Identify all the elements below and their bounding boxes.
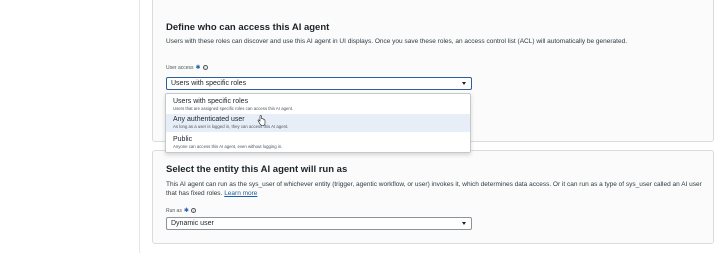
run-as-label-text: Run as [166,207,182,214]
user-access-selected: Users with specific roles [171,80,247,87]
left-panel [0,0,140,253]
info-icon[interactable]: i [202,65,208,70]
option-subtitle: Users that are assigned specific roles c… [173,105,294,111]
user-access-dropdown: Users with specific roles Users that are… [165,93,471,153]
chevron-down-icon [462,222,466,225]
option-subtitle: As long as a user is logged in, they can… [173,123,289,129]
option-authenticated-user[interactable]: Any authenticated user As long as a user… [166,114,470,132]
user-access-label-text: User access [166,64,194,71]
access-description: Users with these roles can discover and … [166,38,628,45]
user-access-label: User access ✱ i [166,64,208,71]
info-icon[interactable]: i [190,208,196,213]
option-subtitle: Anyone can access this AI agent, even wi… [173,143,283,149]
learn-more-link[interactable]: Learn more [224,190,257,197]
run-as-select[interactable]: Dynamic user [166,217,472,230]
option-title: Public [173,136,193,143]
required-icon: ✱ [183,208,189,214]
option-title: Any authenticated user [173,116,245,123]
run-as-card: Select the entity this AI agent will run… [152,150,714,244]
run-as-heading: Select the entity this AI agent will run… [166,164,348,175]
run-as-label: Run as ✱ i [166,207,196,214]
user-access-select[interactable]: Users with specific roles [166,77,472,90]
hand-cursor-icon [257,115,266,126]
access-heading: Define who can access this AI agent [166,22,330,33]
option-title: Users with specific roles [173,98,249,105]
run-as-description: This AI agent can run as the sys_user of… [166,180,706,198]
chevron-down-icon [462,82,466,85]
run-as-selected: Dynamic user [171,220,214,227]
option-specific-roles[interactable]: Users with specific roles Users that are… [166,96,470,114]
required-icon: ✱ [195,65,201,71]
option-public[interactable]: Public Anyone can access this AI agent, … [166,134,470,152]
